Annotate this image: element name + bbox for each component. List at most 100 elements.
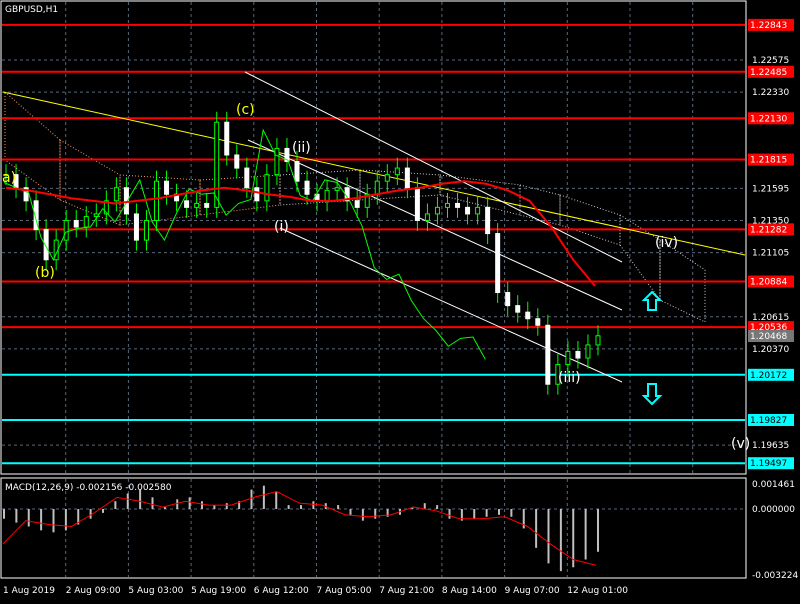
candle-body [585,344,591,359]
macd-bar [337,505,340,509]
candle-body [254,187,260,202]
price-level-label: 1.22843 [750,21,787,31]
time-tick-label: 6 Aug 12:00 [254,586,309,596]
time-tick-label: 12 Aug 01:00 [567,586,628,596]
candle-body [505,292,511,307]
price-tick-label: 1.21105 [752,249,789,259]
candle-body [424,213,430,221]
macd-bar [52,509,55,533]
macd-bar [498,509,500,515]
candle-body [164,180,170,195]
macd-bar [584,509,587,560]
macd-bar [597,509,599,552]
macd-tick-label: 0.001461 [752,480,795,490]
macd-bar [213,505,216,509]
price-level-label: 1.21815 [750,156,787,166]
candle-body [444,202,450,208]
candle-body [184,200,190,208]
price-tick-label: 1.21595 [752,184,789,194]
candle-body [133,213,139,241]
candle-body [113,187,119,202]
macd-bar [510,509,513,517]
wave-label: (i) [274,219,289,235]
macd-bar [126,493,129,509]
wave-label: (iii) [558,370,581,386]
candle-body [485,206,491,235]
candle-body [294,161,300,182]
price-chart[interactable]: 1.22843 1.22485 1.22130 1.21815 1.21282 1.208… [0,0,800,600]
candle-body [595,335,601,346]
candle-body [264,174,270,202]
candle-body [434,206,440,215]
macd-bar [300,505,302,509]
candle-body [304,180,310,195]
candle-body [565,350,571,366]
candle-body [354,200,360,208]
price-level-label: 1.19497 [750,459,787,469]
time-tick-label: 7 Aug 05:00 [317,586,372,596]
candle-body [154,180,160,221]
candle-body [334,187,340,191]
macd-bar [473,509,476,519]
candle-body [63,219,69,241]
price-level-label: 1.21282 [750,225,787,235]
macd-bar [423,503,426,509]
candle-body [455,202,461,208]
wave-label: a) [2,170,16,186]
candle-body [404,167,410,189]
price-level-label: 1.22485 [750,68,787,78]
time-axis: 1 Aug 2019 2 Aug 09:00 5 Aug 03:00 5 Aug 19… [3,586,628,596]
macd-tick-label: 0.000000 [752,505,795,515]
macd-bar [15,509,18,523]
candle-body [525,311,531,320]
candle-body [143,219,149,241]
candle-body [244,167,250,189]
price-tick-label: 1.22575 [752,56,789,66]
macd-bar [225,503,228,509]
candle-body [535,318,541,326]
candle-body [214,121,220,208]
macd-bar [349,509,352,515]
candle-body [465,206,471,215]
time-tick-label: 1 Aug 2019 [3,586,55,596]
macd-bar [176,499,179,509]
price-level-label: 1.20884 [750,278,787,288]
macd-bar [262,485,265,509]
macd-bar [188,497,191,509]
wave-label: (v) [731,436,750,452]
macd-bar [287,505,290,509]
candle-body [194,202,200,208]
candle-body [324,189,330,202]
wave-label: (ii) [292,140,311,156]
candle-body [374,180,380,195]
macd-bar [64,509,67,531]
macd-bar [102,509,104,513]
time-tick-label: 2 Aug 09:00 [66,586,121,596]
wave-label: (b) [35,265,55,281]
macd-bar [485,509,488,517]
macd-bar [3,509,5,519]
candle-body [234,154,240,169]
candle-body [204,202,210,208]
price-tick-label: 1.22330 [752,88,789,98]
macd-bar [547,509,550,564]
candle-body [384,174,390,182]
price-level-label: 1.19827 [750,416,787,426]
time-tick-label: 5 Aug 19:00 [191,586,246,596]
macd-bar [361,509,364,521]
price-level-label: 1.22130 [750,114,787,124]
macd-bar [275,491,278,509]
time-tick-label: 7 Aug 21:00 [379,586,434,596]
chart-title: GBPUSD,H1 [5,5,58,15]
candle-body [475,206,481,215]
macd-bar [89,509,92,519]
wave-label: (iv) [655,235,678,251]
macd-bar [559,509,562,572]
time-tick-label: 8 Aug 14:00 [442,586,497,596]
candle-body [575,350,581,359]
candle-body [83,216,89,228]
macd-bar [114,501,117,509]
time-tick-label: 5 Aug 03:00 [128,586,183,596]
candle-body [274,147,280,176]
price-level-label: 1.20172 [750,371,787,381]
